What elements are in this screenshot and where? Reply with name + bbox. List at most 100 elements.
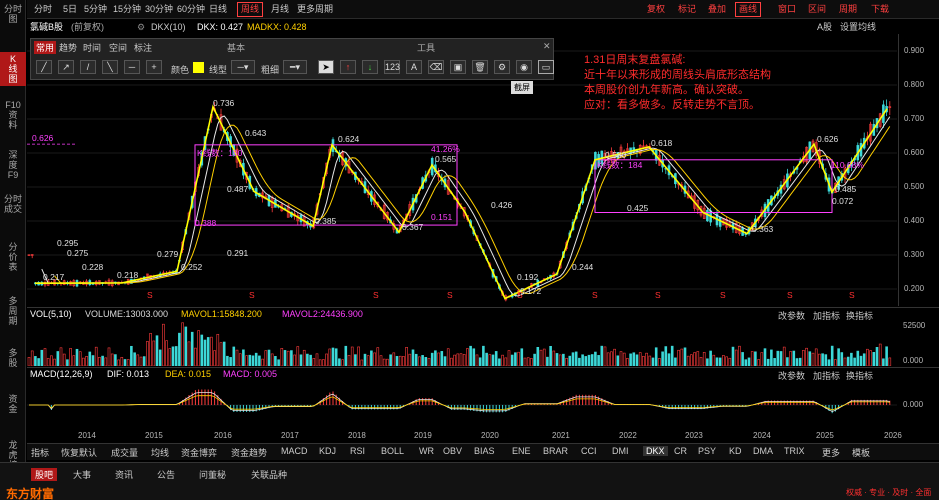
- color-swatch[interactable]: [193, 62, 204, 73]
- footer-tab-5[interactable]: 关联品种: [251, 468, 287, 481]
- tab-mark[interactable]: 标注: [134, 41, 152, 54]
- indicator-tab-12[interactable]: BIAS: [474, 446, 495, 456]
- period-button-2[interactable]: 5分钟: [80, 2, 111, 17]
- sidebar-item-5[interactable]: 分 价 表: [0, 240, 26, 274]
- volume-bar: [619, 351, 623, 366]
- gear-icon[interactable]: ⚙: [137, 20, 145, 34]
- macd-chart[interactable]: [27, 380, 897, 430]
- sidebar-item-7[interactable]: 多 股: [0, 346, 26, 370]
- sidebar-item-2[interactable]: F10 资 料: [0, 98, 26, 132]
- indicator-tab-3[interactable]: 均线: [151, 446, 169, 459]
- cross-icon[interactable]: +: [146, 60, 162, 74]
- footer-tab-2[interactable]: 资讯: [115, 468, 133, 481]
- number-icon[interactable]: 123: [384, 60, 400, 74]
- volume-bar: [485, 352, 488, 366]
- period-button-4[interactable]: 30分钟: [141, 2, 177, 17]
- down-arrow-icon[interactable]: ↓: [362, 60, 378, 74]
- indicator-tab-9[interactable]: BOLL: [381, 446, 404, 456]
- line-type-select[interactable]: ─▾: [231, 60, 255, 74]
- sidebar-item-3[interactable]: 深 度 F9: [0, 148, 26, 182]
- settings-icon[interactable]: ⚙: [494, 60, 510, 74]
- toolbar-right-button-1[interactable]: 标记: [674, 2, 700, 17]
- ma-settings-link[interactable]: 设置均线: [840, 20, 876, 34]
- eye-icon[interactable]: ◉: [516, 60, 532, 74]
- indicator-tab-7[interactable]: KDJ: [319, 446, 336, 456]
- indicator-tab-0[interactable]: 指标: [31, 446, 49, 459]
- indicator-tab-14[interactable]: BRAR: [543, 446, 568, 456]
- up-arrow-icon[interactable]: ↑: [340, 60, 356, 74]
- arrow-line-icon[interactable]: ╲: [102, 60, 118, 74]
- indicator-tab-17[interactable]: DKX: [643, 446, 668, 456]
- period-button-6[interactable]: 日线: [205, 2, 231, 17]
- ray-icon[interactable]: ↗: [58, 60, 74, 74]
- indicator-tab-8[interactable]: RSI: [350, 446, 365, 456]
- indicator-tab-16[interactable]: DMI: [612, 446, 629, 456]
- period-button-9[interactable]: 更多周期: [293, 2, 337, 17]
- period-button-7[interactable]: 周线: [237, 2, 264, 17]
- toolbar-right-button-6[interactable]: 周期: [835, 2, 861, 17]
- horizontal-line-icon[interactable]: ─: [124, 60, 140, 74]
- indicator-tab-4[interactable]: 资金博弈: [181, 446, 217, 459]
- close-icon[interactable]: ✕: [543, 41, 551, 52]
- tab-space[interactable]: 空间: [109, 41, 127, 54]
- volume-bar: [197, 330, 200, 366]
- volume-bar: [581, 354, 584, 366]
- indicator-tab-24[interactable]: 模板: [852, 446, 870, 459]
- period-button-0[interactable]: 分时: [30, 2, 56, 17]
- pointer-icon[interactable]: ➤: [318, 60, 334, 74]
- indicator-tab-2[interactable]: 成交量: [111, 446, 138, 459]
- straight-line-icon[interactable]: /: [80, 60, 96, 74]
- sidebar-item-4[interactable]: 分时 成交: [0, 192, 26, 216]
- toolbar-right-button-3[interactable]: 画线: [735, 2, 762, 17]
- indicator-tab-10[interactable]: WR: [419, 446, 434, 456]
- period-button-1[interactable]: 5日: [59, 2, 81, 17]
- indicator-tab-15[interactable]: CCI: [581, 446, 597, 456]
- footer-tab-4[interactable]: 问董秘: [199, 468, 226, 481]
- footer-tab-1[interactable]: 大事: [73, 468, 91, 481]
- footer-tab-0[interactable]: 股吧: [31, 468, 58, 481]
- toolbar-right-button-0[interactable]: 复权: [643, 2, 669, 17]
- sidebar-item-0[interactable]: 分时 图: [0, 2, 26, 26]
- line-segment-icon[interactable]: ╱: [36, 60, 52, 74]
- tab-common[interactable]: 常用: [34, 41, 57, 54]
- indicator-tab-5[interactable]: 资金趋势: [231, 446, 267, 459]
- stock-name[interactable]: 氯碱B股: [30, 20, 63, 34]
- toolbar-right-button-5[interactable]: 区间: [804, 2, 830, 17]
- volume-bar: [453, 354, 456, 366]
- indicator-tab-18[interactable]: CR: [674, 446, 687, 456]
- indicator-tab-21[interactable]: DMA: [753, 446, 773, 456]
- period-button-8[interactable]: 月线: [267, 2, 293, 17]
- indicator-tab-6[interactable]: MACD: [281, 446, 308, 456]
- volume-chart[interactable]: [27, 320, 897, 366]
- volume-bar: [344, 345, 348, 366]
- market-label[interactable]: A股: [817, 20, 832, 34]
- text-icon[interactable]: A: [406, 60, 422, 74]
- sidebar-item-1[interactable]: K 线 图: [0, 52, 26, 86]
- lock-icon[interactable]: ▣: [450, 60, 466, 74]
- toolbar-right-button-4[interactable]: 窗口: [774, 2, 800, 17]
- indicator-tab-1[interactable]: 恢复默认: [61, 446, 97, 459]
- period-button-3[interactable]: 15分钟: [109, 2, 145, 17]
- sidebar-item-6[interactable]: 多 周 期: [0, 294, 26, 328]
- tab-trend[interactable]: 趋势: [59, 41, 77, 54]
- indicator-tab-23[interactable]: 更多: [822, 446, 840, 459]
- tab-time[interactable]: 时间: [83, 41, 101, 54]
- screenshot-icon[interactable]: ▭: [538, 60, 554, 74]
- indicator-name[interactable]: DKX(10): [151, 20, 186, 34]
- period-button-5[interactable]: 60分钟: [173, 2, 209, 17]
- line-width-select[interactable]: ━▾: [283, 60, 307, 74]
- volume-bar: [795, 358, 799, 366]
- volume-bar: [456, 353, 460, 366]
- sidebar-item-8[interactable]: 资 金: [0, 392, 26, 416]
- footer-tab-3[interactable]: 公告: [157, 468, 175, 481]
- eraser-icon[interactable]: ⌫: [428, 60, 444, 74]
- zigzag-trend-line[interactable]: [34, 104, 888, 300]
- indicator-tab-22[interactable]: TRIX: [784, 446, 805, 456]
- indicator-tab-20[interactable]: KD: [729, 446, 742, 456]
- indicator-tab-19[interactable]: PSY: [698, 446, 716, 456]
- indicator-tab-13[interactable]: ENE: [512, 446, 531, 456]
- toolbar-right-button-7[interactable]: 下载: [867, 2, 893, 17]
- indicator-tab-11[interactable]: OBV: [443, 446, 462, 456]
- toolbar-right-button-2[interactable]: 叠加: [704, 2, 730, 17]
- trash-icon[interactable]: 🗑: [472, 60, 488, 74]
